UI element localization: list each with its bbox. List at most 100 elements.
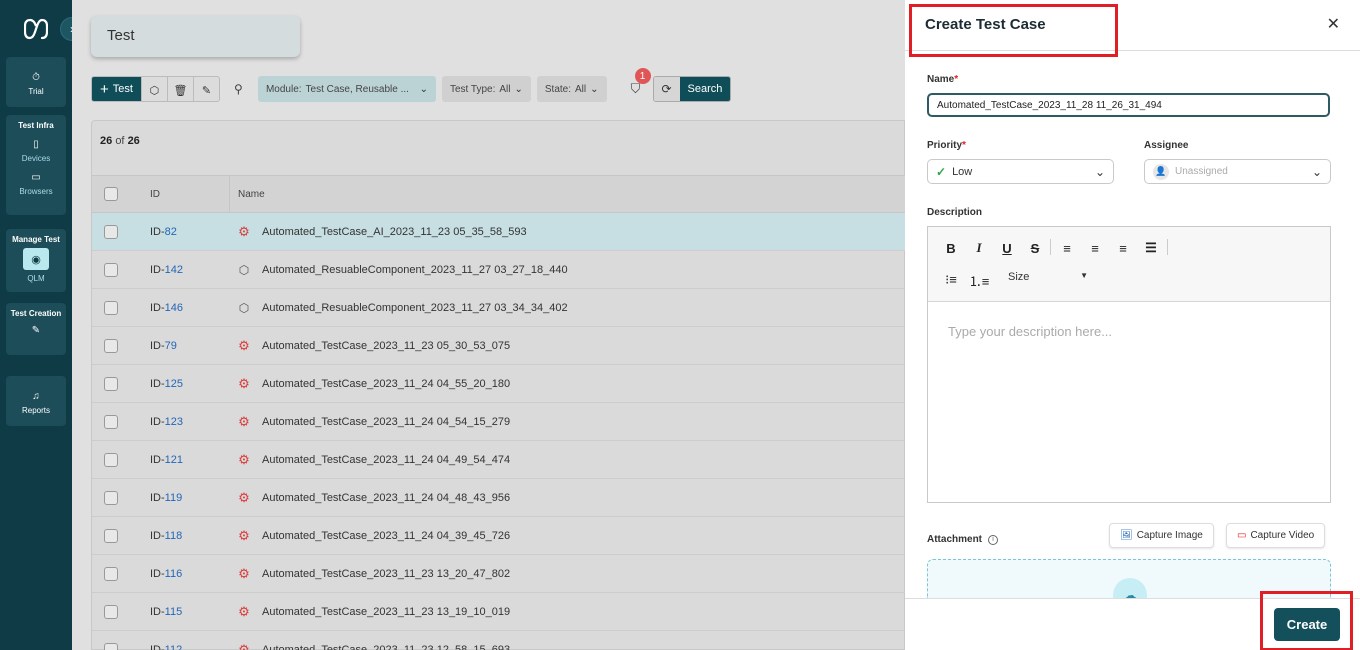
highlight-box-create (1260, 591, 1353, 650)
sidebar-item-trial[interactable]: ⏱ Trial (6, 71, 66, 97)
numbered-list-icon[interactable]: ⒈≡ (969, 271, 990, 289)
row-id-link[interactable]: 123 (165, 416, 183, 428)
sidebar-item-test-creation[interactable]: ✎ (6, 324, 66, 340)
row-checkbox[interactable] (104, 566, 118, 581)
row-checkbox[interactable] (104, 300, 118, 315)
edit-button[interactable]: ✎ (192, 77, 219, 101)
bold-icon[interactable]: B (942, 239, 960, 257)
advanced-filter-button[interactable]: ⛉ 1 (623, 68, 651, 102)
row-name[interactable]: Automated_TestCase_2023_11_23 05_30_53_0… (262, 340, 510, 352)
add-test-button[interactable]: + Test (92, 77, 141, 101)
column-header-id[interactable]: ID (130, 176, 230, 212)
bullet-list-icon[interactable]: ⁝≡ (942, 271, 960, 289)
delete-button[interactable]: 🗑 (166, 77, 193, 101)
row-checkbox[interactable] (104, 376, 118, 391)
search-icon[interactable]: ⚲ (234, 82, 248, 96)
assignee-select[interactable]: 👤 Unassigned ⌄ (1144, 159, 1331, 184)
strikethrough-icon[interactable]: S (1026, 239, 1044, 257)
table-row[interactable]: ID- 82 ⚙ Automated_TestCase_AI_2023_11_23 0… (92, 213, 906, 251)
priority-select[interactable]: ✓ Low ⌄ (927, 159, 1114, 184)
row-name[interactable]: Automated_TestCase_2023_11_24 04_49_54_4… (262, 454, 510, 466)
row-name[interactable]: Automated_ResuableComponent_2023_11_27 0… (262, 302, 568, 314)
table-row[interactable]: ID- 123 ⚙ Automated_TestCase_2023_11_24 04_… (92, 403, 906, 441)
row-id[interactable]: ID- 146 (130, 289, 230, 326)
row-name[interactable]: Automated_TestCase_2023_11_24 04_55_20_1… (262, 378, 510, 390)
row-checkbox[interactable] (104, 224, 118, 239)
underline-icon[interactable]: U (998, 239, 1016, 257)
column-header-name[interactable]: Name (230, 189, 265, 200)
row-checkbox[interactable] (104, 452, 118, 467)
row-checkbox[interactable] (104, 528, 118, 543)
row-checkbox[interactable] (104, 262, 118, 277)
table-row[interactable]: ID- 121 ⚙ Automated_TestCase_2023_11_24 04_… (92, 441, 906, 479)
state-filter[interactable]: State: All ⌄ (536, 76, 607, 102)
row-name[interactable]: Automated_TestCase_2023_11_24 04_48_43_9… (262, 492, 510, 504)
search-button[interactable]: Search (679, 77, 731, 101)
row-id[interactable]: ID- 123 (130, 403, 230, 440)
capture-video-button[interactable]: ▭ Capture Video (1226, 523, 1326, 548)
row-id[interactable]: ID- 119 (130, 479, 230, 516)
row-id[interactable]: ID- 116 (130, 555, 230, 592)
sidebar-item-devices[interactable]: ▯ Devices (6, 138, 66, 164)
row-id-link[interactable]: 79 (165, 340, 177, 352)
row-name[interactable]: Automated_TestCase_2023_11_24 04_39_45_7… (262, 530, 510, 542)
row-checkbox[interactable] (104, 642, 118, 650)
font-size-select[interactable]: Size ▼ (1008, 271, 1088, 283)
close-icon[interactable]: ✕ (1327, 14, 1340, 34)
row-checkbox[interactable] (104, 490, 118, 505)
row-checkbox[interactable] (104, 414, 118, 429)
sidebar-item-qlm[interactable]: ◉ QLM (6, 248, 66, 283)
test-type-filter[interactable]: Test Type: All ⌄ (441, 76, 531, 102)
table-row[interactable]: ID- 79 ⚙ Automated_TestCase_2023_11_23 05_3… (92, 327, 906, 365)
row-name[interactable]: Automated_TestCase_2023_11_24 04_54_15_2… (262, 416, 510, 428)
row-id-link[interactable]: 146 (165, 302, 183, 314)
row-id-link[interactable]: 112 (165, 644, 183, 650)
table-row[interactable]: ID- 146 ⬡ Automated_ResuableComponent_2023_… (92, 289, 906, 327)
table-row[interactable]: ID- 118 ⚙ Automated_TestCase_2023_11_24 04_… (92, 517, 906, 555)
table-row[interactable]: ID- 116 ⚙ Automated_TestCase_2023_11_23 13_… (92, 555, 906, 593)
row-id-link[interactable]: 116 (165, 568, 183, 580)
row-id-link[interactable]: 119 (165, 492, 183, 504)
row-id-link[interactable]: 125 (165, 378, 183, 390)
row-id-link[interactable]: 82 (165, 226, 177, 238)
module-filter[interactable]: Module: Test Case, Reusable ... ⌄ (257, 76, 436, 102)
row-id[interactable]: ID- 142 (130, 251, 230, 288)
align-left-icon[interactable]: ≡ (1058, 239, 1076, 257)
table-row[interactable]: ID- 119 ⚙ Automated_TestCase_2023_11_24 04_… (92, 479, 906, 517)
description-input[interactable]: Type your description here... (928, 302, 1330, 361)
row-id[interactable]: ID- 82 (130, 213, 230, 250)
align-justify-icon[interactable]: ☰ (1142, 239, 1160, 257)
table-row[interactable]: ID- 112 ⚙ Automated_TestCase_2023_11_23 12_… (92, 631, 906, 650)
row-id[interactable]: ID- 115 (130, 593, 230, 630)
info-icon[interactable]: i (988, 534, 999, 545)
row-id-link[interactable]: 121 (165, 454, 183, 466)
row-id[interactable]: ID- 112 (130, 631, 230, 650)
row-name[interactable]: Automated_TestCase_2023_11_23 13_20_47_8… (262, 568, 510, 580)
row-checkbox[interactable] (104, 604, 118, 619)
row-id-link[interactable]: 115 (165, 606, 183, 618)
row-id[interactable]: ID- 121 (130, 441, 230, 478)
table-row[interactable]: ID- 115 ⚙ Automated_TestCase_2023_11_23 13_… (92, 593, 906, 631)
row-name[interactable]: Automated_TestCase_2023_11_23 12_58_15_6… (262, 644, 510, 650)
select-all-checkbox[interactable] (104, 187, 118, 201)
row-id-link[interactable]: 118 (165, 530, 183, 542)
row-id[interactable]: ID- 125 (130, 365, 230, 402)
table-row[interactable]: ID- 142 ⬡ Automated_ResuableComponent_2023_… (92, 251, 906, 289)
table-row[interactable]: ID- 125 ⚙ Automated_TestCase_2023_11_24 04_… (92, 365, 906, 403)
sidebar-item-browsers[interactable]: ▭ Browsers (6, 171, 66, 197)
align-center-icon[interactable]: ≡ (1086, 239, 1104, 257)
row-checkbox[interactable] (104, 338, 118, 353)
row-id[interactable]: ID- 118 (130, 517, 230, 554)
sidebar-item-reports[interactable]: ♫ Reports (6, 390, 66, 416)
name-field[interactable]: Automated_TestCase_2023_11_28 11_26_31_4… (927, 93, 1330, 117)
row-id[interactable]: ID- 79 (130, 327, 230, 364)
refresh-button[interactable]: ⟳ (653, 77, 680, 101)
component-button[interactable]: ⬡ (140, 77, 167, 101)
row-name[interactable]: Automated_TestCase_2023_11_23 13_19_10_0… (262, 606, 510, 618)
italic-icon[interactable]: I (970, 239, 988, 257)
row-name[interactable]: Automated_ResuableComponent_2023_11_27 0… (262, 264, 568, 276)
capture-image-button[interactable]: 🖼 Capture Image (1109, 523, 1214, 548)
row-name[interactable]: Automated_TestCase_AI_2023_11_23 05_35_5… (262, 226, 527, 238)
align-right-icon[interactable]: ≡ (1114, 239, 1132, 257)
row-id-link[interactable]: 142 (165, 264, 183, 276)
